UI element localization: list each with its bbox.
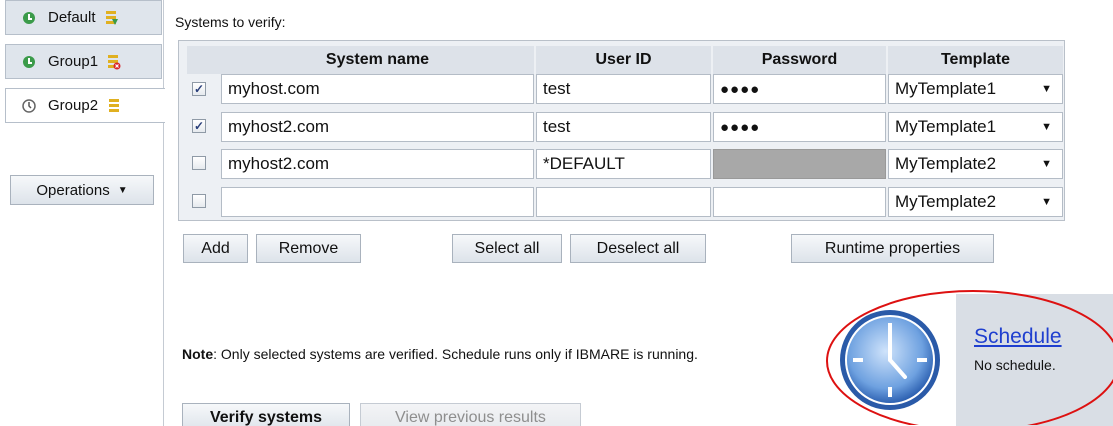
group-tab-label: Default (48, 9, 96, 26)
view-previous-results-button: View previous results (360, 403, 581, 426)
user-id-field[interactable]: test (536, 112, 711, 142)
row-checkbox[interactable] (192, 156, 206, 170)
template-value: MyTemplate2 (895, 192, 997, 211)
chevron-down-icon: ▼ (1041, 196, 1052, 208)
user-id-field[interactable] (536, 187, 711, 217)
deselect-all-button[interactable]: Deselect all (570, 234, 706, 263)
column-header-system-name: System name (221, 46, 534, 74)
group-sidebar: Default Group1 Group2 Operations ▼ (0, 0, 165, 426)
password-field-disabled (713, 149, 886, 179)
password-field[interactable]: ●●●● (713, 112, 886, 142)
runtime-properties-button[interactable]: Runtime properties (791, 234, 994, 263)
group-tab-group1[interactable]: Group1 (5, 44, 162, 79)
system-name-field[interactable] (221, 187, 534, 217)
template-select[interactable]: MyTemplate1 ▼ (888, 74, 1063, 104)
template-value: MyTemplate1 (895, 79, 997, 98)
column-header-template: Template (888, 46, 1063, 74)
password-field[interactable]: ●●●● (713, 74, 886, 104)
group-tab-group2[interactable]: Group2 (5, 88, 165, 123)
green-arrow-icon (20, 53, 38, 71)
row-checkbox[interactable]: ✓ (192, 119, 206, 133)
verify-systems-button[interactable]: Verify systems (182, 403, 350, 426)
column-header-user-id: User ID (536, 46, 711, 74)
chevron-down-icon: ▼ (1041, 158, 1052, 170)
system-name-field[interactable]: myhost2.com (221, 149, 534, 179)
note-body: : Only selected systems are verified. Sc… (213, 346, 698, 362)
group-tab-default[interactable]: Default (5, 0, 162, 35)
add-button[interactable]: Add (183, 234, 248, 263)
error-stack-icon (107, 54, 121, 70)
green-arrow-icon (20, 9, 38, 27)
systems-table: System name User ID Password Template ✓ … (178, 40, 1065, 221)
system-name-field[interactable]: myhost.com (221, 74, 534, 104)
user-id-field[interactable]: test (536, 74, 711, 104)
system-name-field[interactable]: myhost2.com (221, 112, 534, 142)
clock-icon[interactable] (835, 305, 945, 415)
column-header-password: Password (713, 46, 886, 74)
chevron-down-icon: ▼ (117, 184, 128, 196)
row-checkbox[interactable]: ✓ (192, 82, 206, 96)
select-all-button[interactable]: Select all (452, 234, 562, 263)
table-header-corner (187, 46, 221, 74)
clock-small-icon (20, 97, 38, 115)
operations-button[interactable]: Operations ▼ (10, 175, 154, 205)
template-select[interactable]: MyTemplate1 ▼ (888, 112, 1063, 142)
chevron-down-icon: ▼ (1041, 121, 1052, 133)
green-stack-icon (105, 10, 119, 26)
password-field[interactable] (713, 187, 886, 217)
chevron-down-icon: ▼ (1041, 83, 1052, 95)
schedule-status: No schedule. (974, 357, 1056, 373)
stack-icon (107, 98, 121, 114)
note-label: Note (182, 346, 214, 362)
template-select[interactable]: MyTemplate2 ▼ (888, 149, 1063, 179)
section-title: Systems to verify: (175, 14, 286, 30)
schedule-panel: Schedule No schedule. (956, 294, 1113, 426)
group-tab-label: Group2 (48, 97, 99, 114)
template-select[interactable]: MyTemplate2 ▼ (888, 187, 1063, 217)
operations-label: Operations (36, 181, 110, 199)
template-value: MyTemplate1 (895, 117, 997, 136)
note-text: Note: Only selected systems are verified… (182, 346, 698, 362)
group-tab-label: Group1 (48, 53, 99, 70)
remove-button[interactable]: Remove (256, 234, 361, 263)
checkmark-icon: ✓ (193, 82, 205, 96)
checkmark-icon: ✓ (193, 119, 205, 133)
user-id-field[interactable]: *DEFAULT (536, 149, 711, 179)
template-value: MyTemplate2 (895, 154, 997, 173)
row-checkbox[interactable] (192, 194, 206, 208)
schedule-link[interactable]: Schedule (974, 325, 1062, 349)
